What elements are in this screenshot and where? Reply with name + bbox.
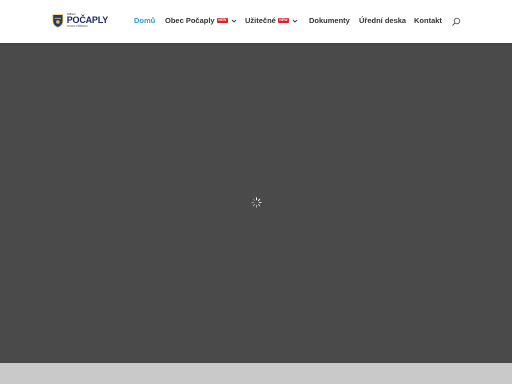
search-icon[interactable] xyxy=(451,17,461,27)
new-badge: NEW xyxy=(216,17,228,24)
nav-item-obec-pocaply[interactable]: Obec Počaply NEW xyxy=(165,16,237,25)
nav-item-uzitecne[interactable]: Užitečné NEW xyxy=(245,16,298,25)
nav-item-home[interactable]: Domů xyxy=(134,16,155,25)
chevron-down-icon xyxy=(292,19,298,23)
nav-item-dokumenty[interactable]: Dokumenty xyxy=(309,16,350,25)
nav-item-kontakt[interactable]: Kontakt xyxy=(414,16,442,25)
nav-item-label: Obec Počaply xyxy=(165,16,215,25)
nav-item-uredni-deska[interactable]: Úřední deska xyxy=(359,16,406,25)
nav-item-label: Kontakt xyxy=(414,16,442,25)
site-header: OBEC POČAPLY OKRES PŘÍBRAM Domů Obec Poč… xyxy=(0,0,512,43)
chevron-down-icon xyxy=(231,19,237,23)
spinner-icon xyxy=(251,197,262,208)
new-badge: NEW xyxy=(277,17,290,24)
nav-item-label: Domů xyxy=(134,16,156,25)
nav-item-label: Úřední deska xyxy=(359,16,407,25)
nav-item-label: Dokumenty xyxy=(309,16,350,25)
nav-item-label: Užitečné xyxy=(245,16,276,25)
main-navigation: Domů Obec Počaply NEW Užitečné NEW Dokum… xyxy=(0,0,512,43)
content-section-top xyxy=(0,363,512,384)
